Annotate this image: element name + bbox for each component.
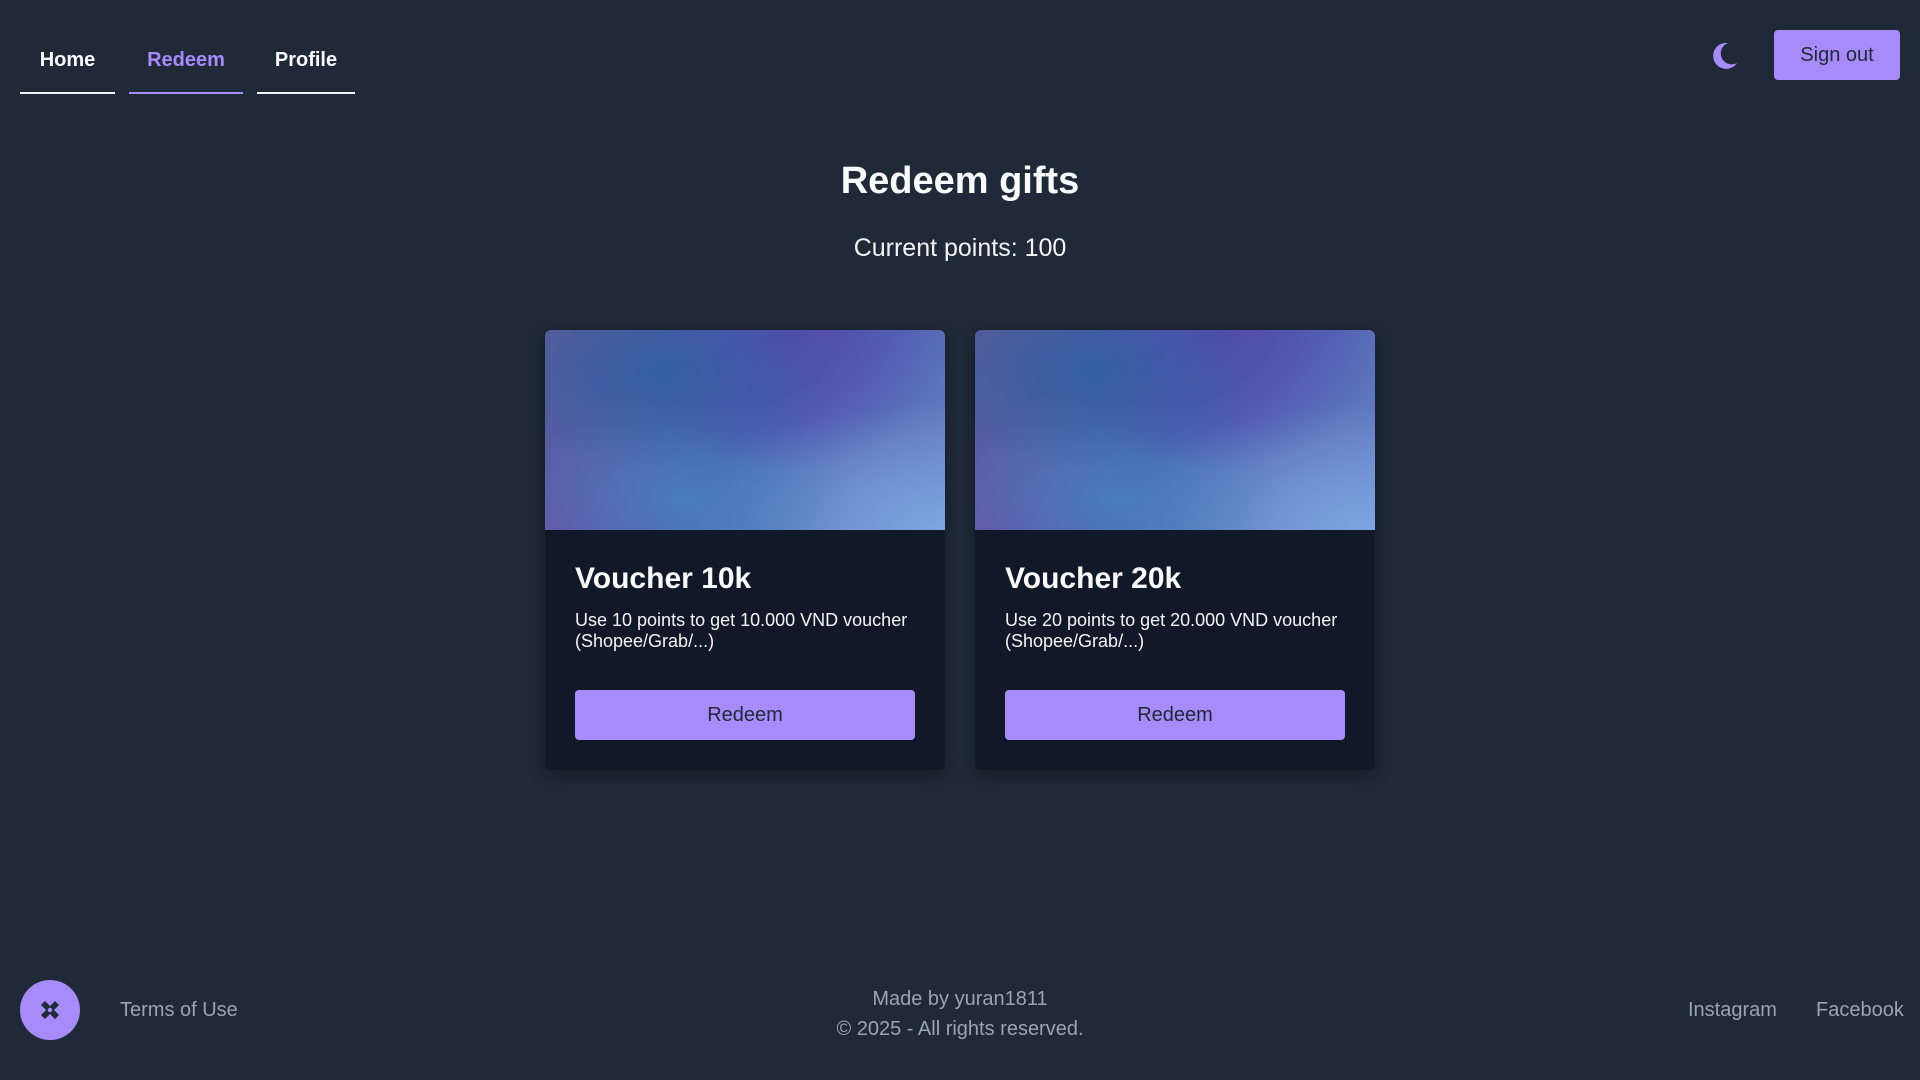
copyright-text: © 2025 - All rights reserved.: [836, 1018, 1084, 1040]
theme-toggle-button[interactable]: [1704, 36, 1744, 76]
made-by-text: Made by yuran1811: [872, 988, 1048, 1010]
page-title: Redeem gifts: [840, 160, 1080, 202]
redeem-button[interactable]: Redeem: [1005, 690, 1345, 740]
voucher-card-image: [975, 330, 1375, 530]
nav-tab-profile[interactable]: Profile: [257, 28, 355, 94]
voucher-card-image: [545, 330, 945, 530]
page: Home Redeem Profile Sign out Redeem gift…: [0, 0, 1920, 1080]
voucher-card: Voucher 10k Use 10 points to get 10.000 …: [545, 330, 945, 770]
moon-icon: [1713, 42, 1737, 69]
footer-credits: Made by yuran1811 © 2025 - All rights re…: [0, 984, 1920, 1044]
voucher-card-title: Voucher 20k: [1005, 562, 1182, 595]
redeem-button[interactable]: Redeem: [575, 690, 915, 740]
voucher-card-description: Use 20 points to get 20.000 VND voucher …: [1005, 610, 1338, 651]
nav-tab-redeem[interactable]: Redeem: [129, 28, 243, 94]
current-points: Current points: 100: [853, 234, 1067, 262]
instagram-link[interactable]: Instagram: [1688, 999, 1777, 1022]
nav-tab-home-label: Home: [39, 48, 96, 71]
nav-tab-redeem-label: Redeem: [147, 48, 225, 71]
voucher-card-body: Voucher 20k Use 20 points to get 20.000 …: [975, 530, 1375, 770]
voucher-card: Voucher 20k Use 20 points to get 20.000 …: [975, 330, 1375, 770]
voucher-card-title: Voucher 10k: [575, 562, 752, 595]
nav-tab-profile-label: Profile: [274, 48, 338, 71]
sign-out-button[interactable]: Sign out: [1774, 30, 1900, 80]
nav-tab-home[interactable]: Home: [20, 28, 115, 94]
main-nav: Home Redeem Profile: [20, 28, 355, 94]
voucher-card-description: Use 10 points to get 10.000 VND voucher …: [575, 610, 908, 651]
voucher-card-body: Voucher 10k Use 10 points to get 10.000 …: [545, 530, 945, 770]
facebook-link[interactable]: Facebook: [1816, 999, 1904, 1022]
